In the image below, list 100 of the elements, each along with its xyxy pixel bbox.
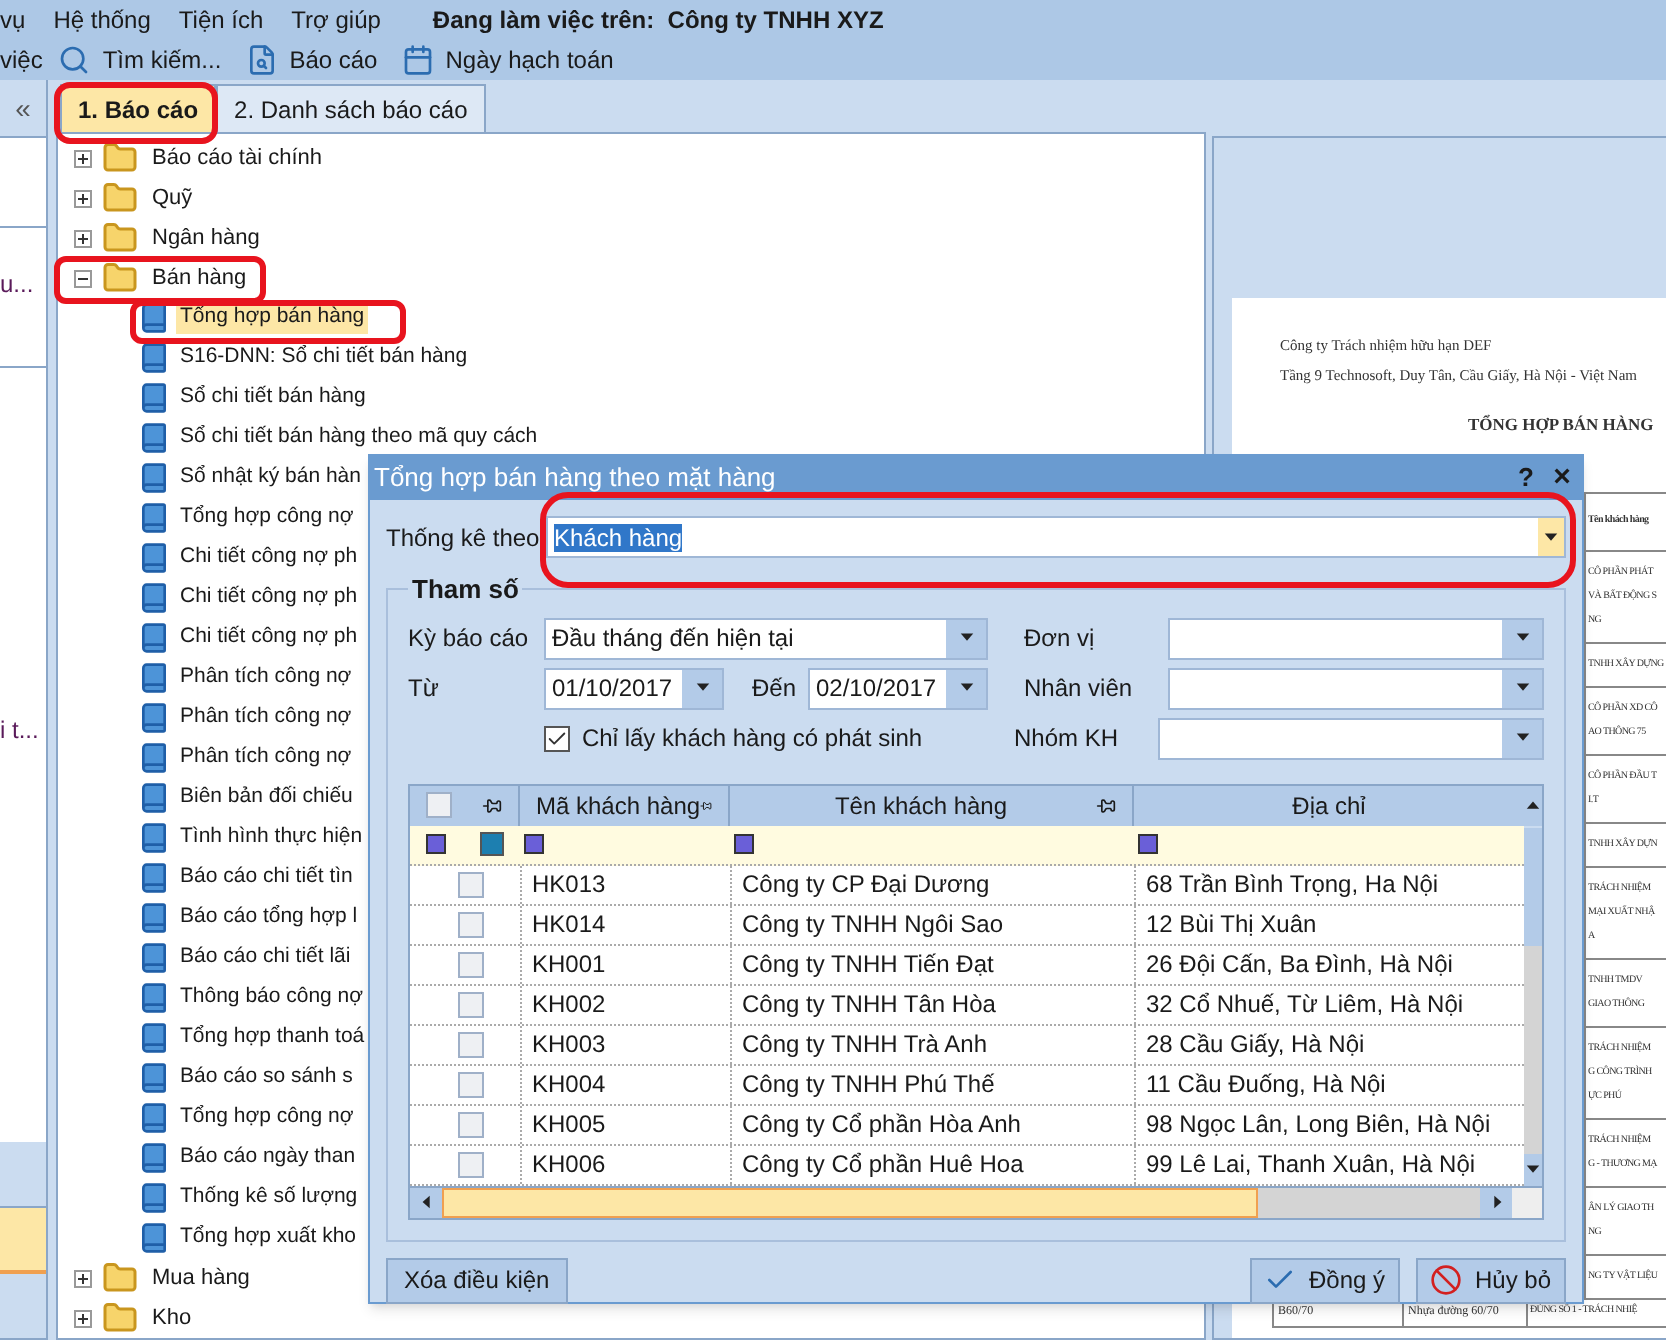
scroll-left-icon bbox=[417, 1194, 435, 1210]
filter-checkbox-icon[interactable] bbox=[479, 832, 504, 856]
expand-icon[interactable] bbox=[74, 229, 92, 247]
tree-item[interactable]: Phân tích công nợ bbox=[176, 662, 356, 694]
table-cell: Công ty TNHH Ngôi Sao bbox=[730, 905, 1134, 943]
menu-item[interactable]: Tiện ích bbox=[178, 2, 264, 38]
tree-item[interactable]: Tình hình thực hiện bbox=[176, 822, 367, 854]
calendar-icon[interactable] bbox=[401, 44, 434, 76]
tree-item[interactable]: Chi tiết công nợ ph bbox=[176, 542, 362, 574]
tree-item[interactable]: Phân tích công nợ bbox=[176, 742, 356, 774]
horizontal-scrollbar[interactable] bbox=[410, 1185, 1542, 1217]
side-item[interactable]: u... bbox=[0, 266, 34, 302]
tree-item[interactable]: S16-DNN: Sổ chi tiết bán hàng bbox=[176, 342, 472, 374]
toolbar-button[interactable]: Báo cáo bbox=[289, 42, 378, 78]
tree-item[interactable]: Sổ chi tiết bán hàng bbox=[176, 382, 370, 414]
side-section[interactable] bbox=[0, 1208, 46, 1274]
collapse-icon[interactable] bbox=[74, 269, 92, 287]
tree-item[interactable]: Chi tiết công nợ ph bbox=[176, 582, 362, 614]
tree-item[interactable]: Phân tích công nợ bbox=[176, 702, 356, 734]
pin-icon[interactable] bbox=[1096, 795, 1116, 815]
dropdown-arrow-icon bbox=[1513, 680, 1531, 696]
dropdown-arrow-icon bbox=[1542, 529, 1560, 545]
tree-item[interactable]: Báo cáo ngày than bbox=[176, 1142, 360, 1174]
tree-item[interactable]: Thông báo công nợ bbox=[176, 982, 368, 1014]
row-checkbox[interactable] bbox=[458, 1071, 484, 1097]
tree-item[interactable]: Sổ nhật ký bán hàn bbox=[176, 462, 365, 494]
table-cell: KH004 bbox=[520, 1065, 730, 1103]
column-header[interactable]: Tên khách hàng bbox=[746, 787, 1096, 823]
scroll-down-icon bbox=[1524, 1161, 1542, 1177]
table-cell: KH005 bbox=[520, 1105, 730, 1143]
employee-dropdown[interactable] bbox=[1168, 667, 1544, 709]
menu-item[interactable]: vụ bbox=[0, 2, 26, 38]
vertical-scrollbar[interactable] bbox=[1524, 785, 1542, 1185]
tree-item[interactable]: Thống kê số lượng bbox=[176, 1182, 362, 1214]
filter-operator-icon[interactable] bbox=[426, 834, 447, 854]
tree-item[interactable]: Báo cáo so sánh s bbox=[176, 1062, 357, 1094]
close-button[interactable]: × bbox=[1546, 455, 1578, 501]
side-item[interactable]: i t... bbox=[0, 712, 39, 748]
expand-icon[interactable] bbox=[74, 1269, 92, 1287]
table-cell: Công ty Cổ phần Huê Hoa bbox=[730, 1145, 1134, 1183]
row-checkbox[interactable] bbox=[458, 1151, 484, 1177]
column-header[interactable]: Địa chỉ bbox=[1150, 787, 1508, 823]
tree-item[interactable]: Quỹ bbox=[148, 181, 197, 215]
row-checkbox[interactable] bbox=[458, 991, 484, 1017]
search-icon[interactable] bbox=[58, 44, 91, 76]
tree-item[interactable]: Bán hàng bbox=[148, 261, 251, 295]
folder-icon bbox=[102, 140, 138, 176]
collapse-button[interactable]: « bbox=[15, 87, 31, 129]
tree-item[interactable]: Báo cáo chi tiết tìn bbox=[176, 862, 357, 894]
tree-item[interactable]: Tổng hợp công nợ bbox=[176, 502, 358, 534]
tree-item[interactable]: Sổ chi tiết bán hàng theo mã quy cách bbox=[176, 422, 542, 454]
row-checkbox[interactable] bbox=[458, 871, 484, 897]
menu-item[interactable]: Hệ thống bbox=[53, 2, 151, 38]
row-checkbox[interactable] bbox=[458, 1111, 484, 1137]
date-field[interactable]: 01/10/2017 bbox=[544, 667, 724, 709]
toolbar-button[interactable]: Tìm kiếm... bbox=[102, 42, 222, 78]
cancel-button[interactable]: Hủy bỏ bbox=[1416, 1257, 1566, 1303]
column-header[interactable]: Mã khách hàng bbox=[536, 787, 701, 823]
period-dropdown[interactable]: Đầu tháng đến hiện tại bbox=[544, 617, 988, 659]
expand-icon[interactable] bbox=[74, 149, 92, 167]
row-checkbox[interactable] bbox=[458, 951, 484, 977]
date-field[interactable]: 02/10/2017 bbox=[808, 667, 988, 709]
toolbar-button[interactable]: Ngày hạch toán bbox=[445, 42, 614, 78]
customer-group-dropdown[interactable] bbox=[1158, 717, 1544, 759]
tree-item[interactable]: Mua hàng bbox=[148, 1261, 254, 1295]
tree-item[interactable]: Chi tiết công nợ ph bbox=[176, 622, 362, 654]
book-icon bbox=[138, 1182, 170, 1214]
table-cell: Công ty TNHH Trà Anh bbox=[730, 1025, 1134, 1063]
tree-item[interactable]: Biên bản đối chiếu bbox=[176, 782, 357, 814]
tree-item[interactable]: Báo cáo tổng hợp l bbox=[176, 902, 362, 934]
pin-icon[interactable] bbox=[482, 795, 503, 815]
ok-button[interactable]: Đồng ý bbox=[1250, 1257, 1400, 1303]
unit-dropdown[interactable] bbox=[1168, 617, 1544, 659]
book-icon bbox=[138, 302, 170, 334]
tree-item[interactable]: Tổng hợp công nợ bbox=[176, 1102, 358, 1134]
book-icon bbox=[138, 1102, 170, 1134]
tab[interactable]: 2. Danh sách báo cáo bbox=[216, 84, 486, 132]
help-button[interactable]: ? bbox=[1510, 458, 1542, 498]
book-icon bbox=[138, 342, 170, 374]
tree-item[interactable]: Tổng hợp thanh toá bbox=[176, 1022, 369, 1054]
book-icon bbox=[138, 782, 170, 814]
clear-button[interactable]: Xóa điều kiện bbox=[386, 1257, 568, 1303]
tree-item[interactable]: Tổng hợp xuất kho bbox=[176, 1222, 361, 1254]
expand-icon[interactable] bbox=[74, 1309, 92, 1327]
report-icon[interactable] bbox=[245, 44, 278, 76]
select-all-checkbox[interactable] bbox=[425, 792, 452, 818]
tree-item[interactable]: Ngân hàng bbox=[148, 221, 264, 255]
menu-item[interactable]: Trợ giúp bbox=[291, 2, 381, 38]
book-icon bbox=[138, 462, 170, 494]
group-by-dropdown[interactable]: Khách hàng bbox=[546, 516, 1566, 558]
tree-item[interactable]: Báo cáo tài chính bbox=[148, 141, 327, 175]
expand-icon[interactable] bbox=[74, 189, 92, 207]
book-icon bbox=[138, 1222, 170, 1254]
folder-icon bbox=[102, 1300, 138, 1336]
toolbar-button[interactable]: việc bbox=[0, 42, 43, 78]
checkbox[interactable] bbox=[544, 725, 570, 751]
row-checkbox[interactable] bbox=[458, 911, 484, 937]
tree-item[interactable]: Báo cáo chi tiết lãi bbox=[176, 942, 355, 974]
tree-item[interactable]: Kho bbox=[148, 1301, 196, 1335]
row-checkbox[interactable] bbox=[458, 1031, 484, 1057]
